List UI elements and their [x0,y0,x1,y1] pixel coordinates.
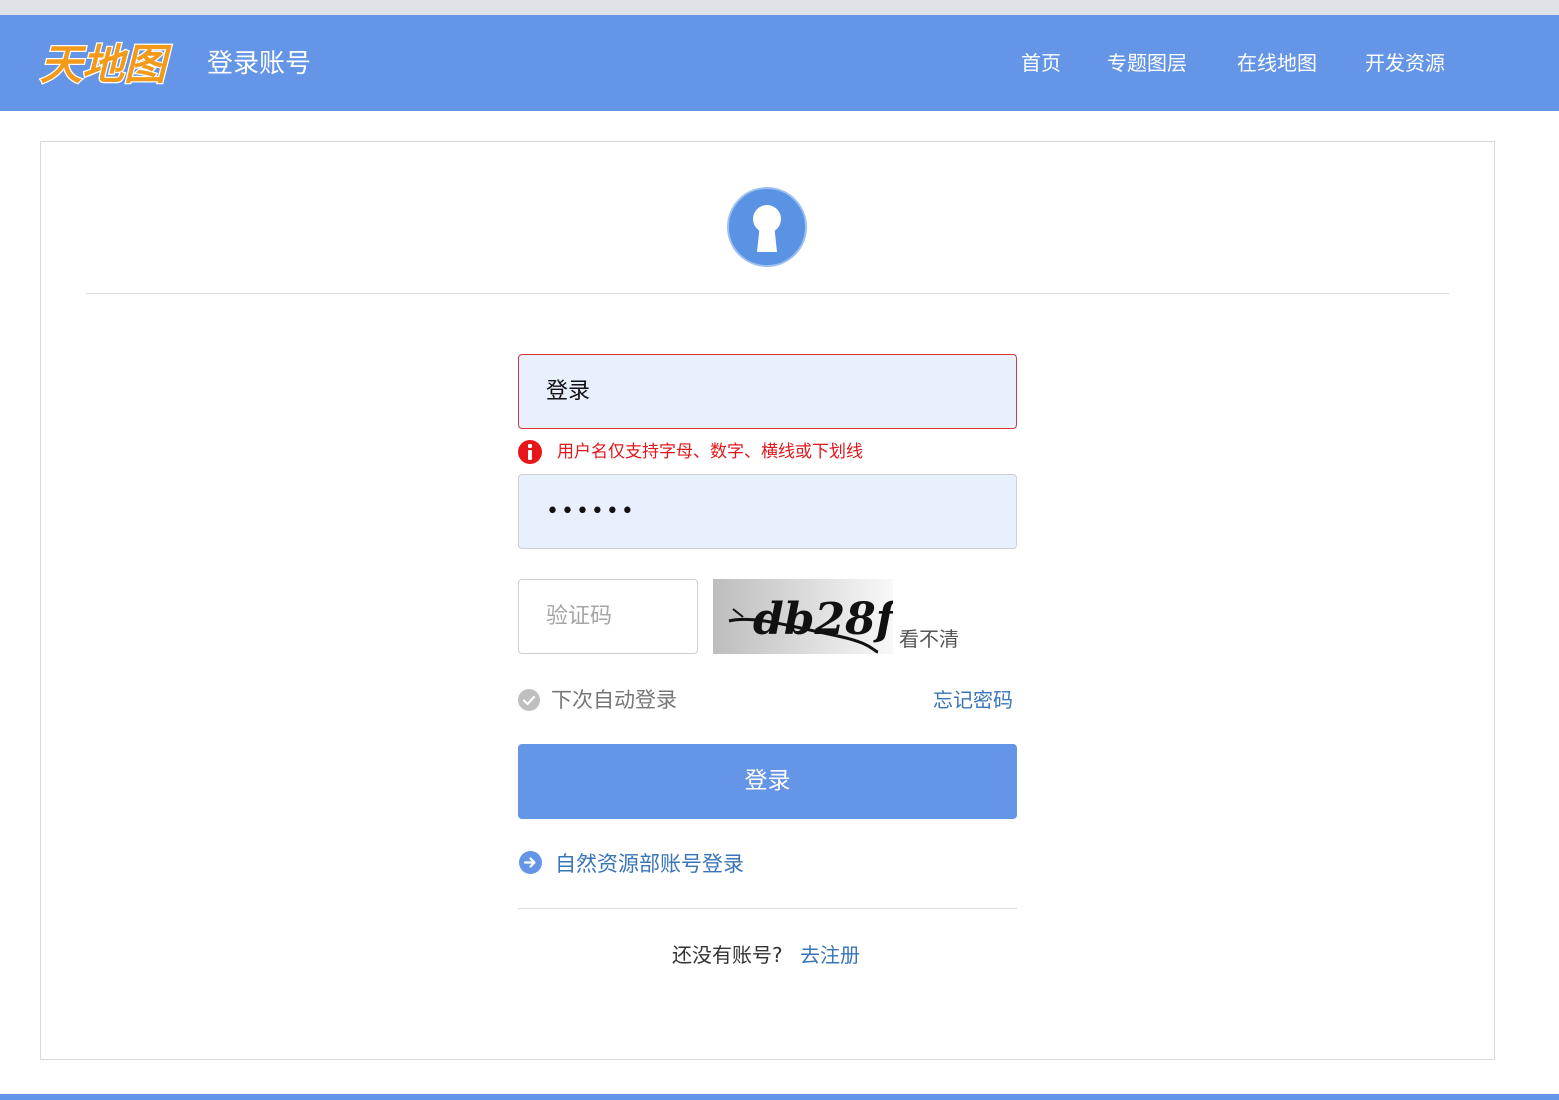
captcha-input[interactable]: 验证码 [518,579,698,654]
forgot-password-link[interactable]: 忘记密码 [933,685,1013,715]
nav-thematic-layers[interactable]: 专题图层 [1107,48,1187,78]
ministry-account-login-link[interactable]: 自然资源部账号登录 [555,849,744,879]
svg-text:db28f: db28f [753,594,893,645]
captcha-refresh-link[interactable]: 看不清 [899,625,959,653]
login-button[interactable]: 登录 [518,744,1017,819]
nav-dev-resources[interactable]: 开发资源 [1365,48,1445,78]
lock-keyhole-icon [727,187,807,267]
form-divider [518,908,1017,909]
username-input[interactable]: 登录 [518,354,1017,429]
footer-strip [0,1094,1559,1100]
username-error-message: 用户名仅支持字母、数字、横线或下划线 [557,442,863,462]
nav-online-map[interactable]: 在线地图 [1237,48,1317,78]
tianditu-logo[interactable]: 天地图 [38,35,188,91]
captcha-image[interactable]: db28f [713,579,893,654]
card-divider [86,293,1449,294]
register-prompt: 还没有账号? [672,943,783,967]
arrow-right-circle-icon[interactable] [519,851,542,874]
browser-top-strip [0,0,1559,15]
error-icon [518,440,542,464]
page-title: 登录账号 [207,49,312,79]
remember-me-label[interactable]: 下次自动登录 [551,685,677,715]
password-input[interactable]: •••••• [518,474,1017,549]
check-circle-icon[interactable] [518,689,540,711]
svg-text:天地图: 天地图 [40,40,172,89]
header-bar: 天地图 登录账号 首页 专题图层 在线地图 开发资源 [0,15,1559,111]
nav-home[interactable]: 首页 [1021,48,1061,78]
register-link[interactable]: 去注册 [800,940,860,970]
